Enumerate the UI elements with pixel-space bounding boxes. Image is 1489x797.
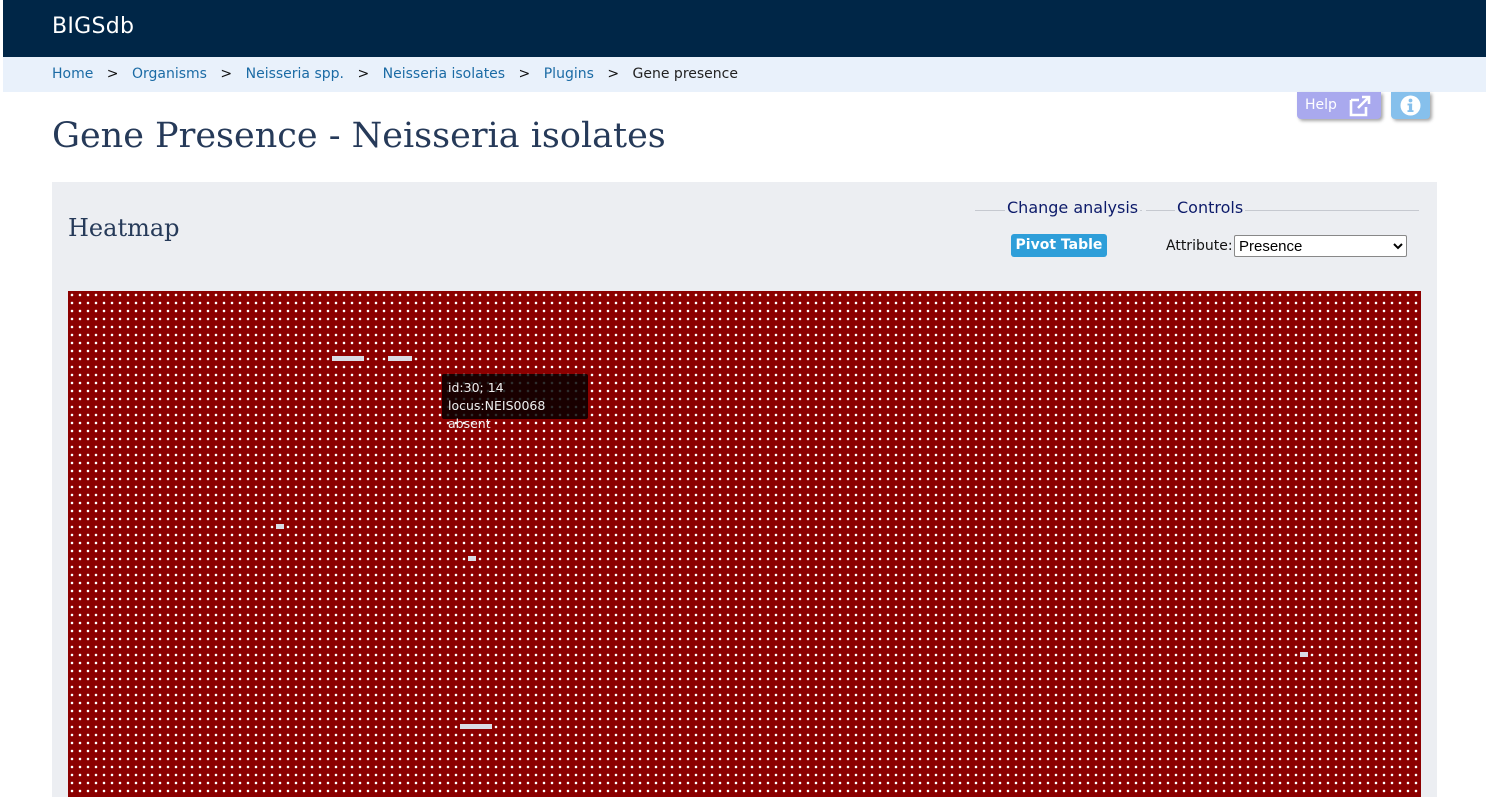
heatmap-panel: Heatmap Change analysis Pivot Table Cont… [52,182,1437,797]
fieldset-border [975,210,1005,211]
breadcrumb-neisseria-spp[interactable]: Neisseria spp. [246,66,344,82]
absent-cell[interactable] [388,356,412,361]
breadcrumb-home[interactable]: Home [52,66,93,82]
breadcrumb-organisms[interactable]: Organisms [132,66,207,82]
absent-cell[interactable] [1300,652,1308,657]
breadcrumb: Home > Organisms > Neisseria spp. > Neis… [3,57,1486,92]
absent-cell[interactable] [468,556,476,561]
heatmap-grid[interactable] [68,291,1421,797]
help-button[interactable]: Help [1297,92,1381,119]
pivot-table-button[interactable]: Pivot Table [1011,234,1107,257]
site-brand[interactable]: BIGSdb [52,14,134,39]
external-link-icon [1349,95,1371,117]
breadcrumb-neisseria-isolates[interactable]: Neisseria isolates [383,66,505,82]
page-title: Gene Presence - Neisseria isolates [52,116,666,156]
fieldset-border [1242,210,1419,211]
breadcrumb-separator: > [220,66,233,82]
breadcrumb-separator: > [607,66,620,82]
breadcrumb-separator: > [518,66,531,82]
fieldset-border [1146,210,1176,211]
tooltip-locus: locus:NEIS0068 absent [448,398,546,431]
breadcrumb-plugins[interactable]: Plugins [544,66,594,82]
top-banner: BIGSdb [3,0,1486,57]
breadcrumb-separator: > [106,66,119,82]
absent-cell[interactable] [460,724,492,729]
help-button-label: Help [1305,97,1337,113]
attribute-select[interactable]: Presence [1234,235,1407,257]
controls-legend: Controls [1175,198,1246,217]
change-analysis-legend: Change analysis [1005,198,1141,217]
info-button[interactable] [1391,92,1430,119]
absent-cell[interactable] [276,524,284,529]
absent-cell[interactable] [332,356,364,361]
breadcrumb-current: Gene presence [632,66,738,82]
info-circle-icon [1400,95,1421,116]
tooltip-id: id:30; 14 [448,380,504,395]
heatmap-tooltip: id:30; 14 locus:NEIS0068 absent [442,374,588,431]
panel-heading: Heatmap [68,214,180,242]
breadcrumb-separator: > [357,66,370,82]
attribute-label: Attribute: [1166,238,1233,254]
